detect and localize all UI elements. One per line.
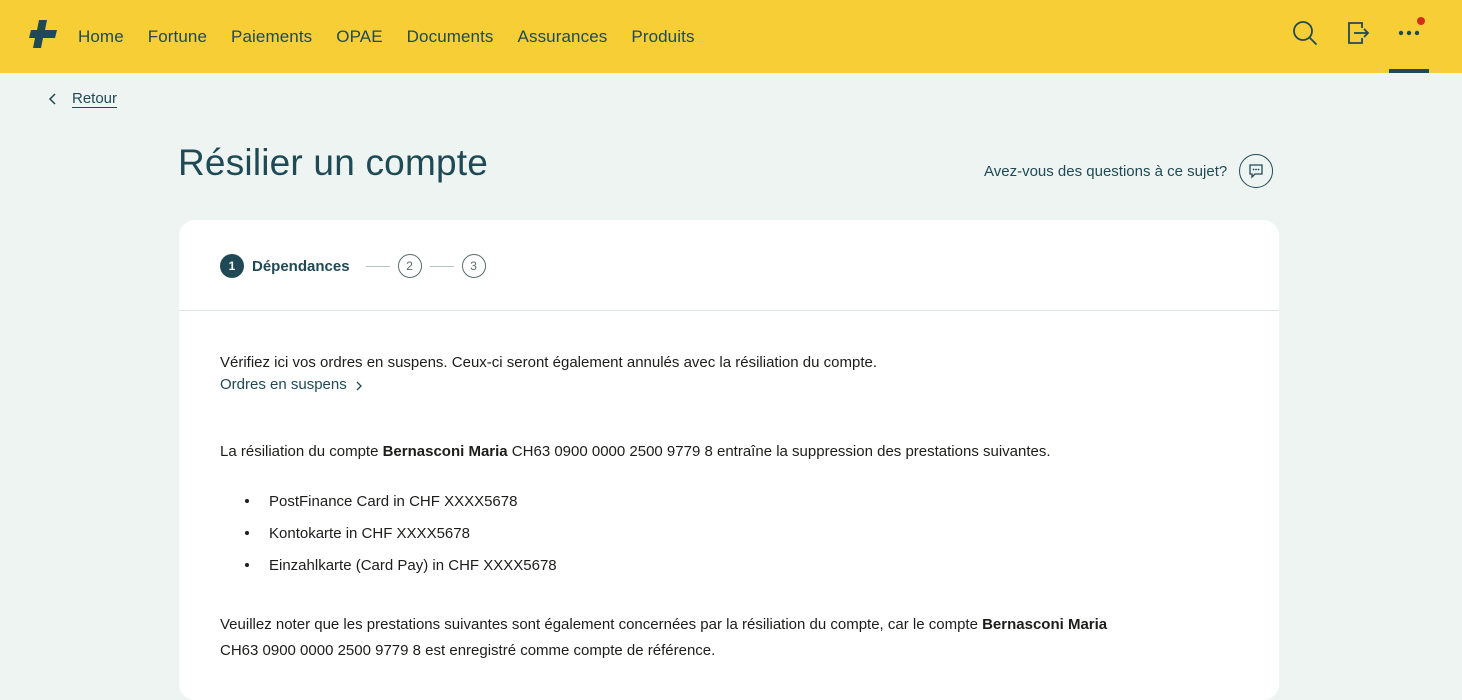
service-label: PostFinance Card in CHF XXXX5678: [269, 492, 518, 510]
services-list: PostFinance Card in CHF XXXX5678 Kontoka…: [243, 485, 557, 581]
back-link[interactable]: Retour: [46, 90, 117, 107]
list-item: Einzahlkarte (Card Pay) in CHF XXXX5678: [243, 549, 557, 581]
step-3-indicator: 3: [461, 254, 486, 278]
nav-item-assurances[interactable]: Assurances: [518, 27, 608, 47]
chevron-right-icon: [353, 379, 365, 391]
nav-item-home[interactable]: Home: [78, 27, 124, 47]
service-label: Kontokarte in CHF XXXX5678: [269, 524, 470, 542]
reference-text-prefix: Veuillez noter que les prestations suiva…: [220, 616, 983, 633]
reference-account-holder: Bernasconi Maria: [982, 616, 1108, 633]
divider: [179, 310, 1279, 311]
nav-item-produits[interactable]: Produits: [631, 27, 694, 47]
postfinance-logo-icon[interactable]: [28, 18, 58, 50]
page-title: Résilier un compte: [178, 142, 489, 183]
orders-link[interactable]: Ordres en suspens: [220, 376, 365, 393]
bullet-icon: [245, 563, 249, 567]
step-1-label: Dépendances: [252, 257, 350, 275]
account-holder: Bernasconi Maria: [382, 443, 508, 460]
services-paragraph: La résiliation du compte Bernasconi Mari…: [220, 439, 1051, 465]
nav-item-fortune[interactable]: Fortune: [148, 27, 207, 47]
chat-icon[interactable]: [1239, 154, 1274, 188]
step-connector: [365, 265, 390, 267]
bullet-icon: [245, 499, 249, 503]
nav-item-paiements[interactable]: Paiements: [231, 27, 312, 47]
main-card: 1 Dépendances 2 3 Vérifiez ici vos ordre…: [179, 220, 1279, 700]
back-link-label: Retour: [72, 90, 118, 107]
account-iban: CH63 0900 0000 2500 9779 8: [507, 443, 713, 460]
nav-item-documents[interactable]: Documents: [407, 27, 494, 47]
reference-account-paragraph: Veuillez noter que les prestations suiva…: [220, 612, 1107, 664]
bullet-icon: [245, 531, 249, 535]
services-text-suffix: entraîne la suppression des prestations …: [712, 443, 1051, 460]
search-icon[interactable]: [1292, 20, 1318, 46]
help-label: Avez-vous des questions à ce sujet?: [984, 162, 1228, 180]
top-navigation-bar: Home Fortune Paiements OPAE Documents As…: [0, 0, 1462, 73]
chevron-left-icon: [46, 92, 60, 106]
step-1-indicator: 1: [220, 254, 244, 278]
stepper: 1 Dépendances 2 3: [220, 254, 494, 278]
nav-item-opae[interactable]: OPAE: [336, 27, 382, 47]
orders-link-label: Ordres en suspens: [220, 376, 347, 393]
intro-text: Vérifiez ici vos ordres en suspens. Ceux…: [220, 354, 877, 371]
step-2-indicator: 2: [397, 254, 422, 278]
list-item: PostFinance Card in CHF XXXX5678: [243, 485, 557, 517]
services-text-prefix: La résiliation du compte: [220, 443, 383, 460]
help-contact[interactable]: Avez-vous des questions à ce sujet?: [984, 154, 1274, 188]
step-connector: [429, 265, 454, 267]
list-item: Kontokarte in CHF XXXX5678: [243, 517, 557, 549]
notification-dot: [1417, 17, 1425, 25]
active-menu-indicator: [1389, 69, 1429, 73]
logout-icon[interactable]: [1344, 20, 1370, 46]
service-label: Einzahlkarte (Card Pay) in CHF XXXX5678: [269, 556, 557, 574]
reference-text-line2: CH63 0900 0000 2500 9779 8 est enregistr…: [220, 642, 716, 659]
main-nav: Home Fortune Paiements OPAE Documents As…: [78, 0, 719, 73]
